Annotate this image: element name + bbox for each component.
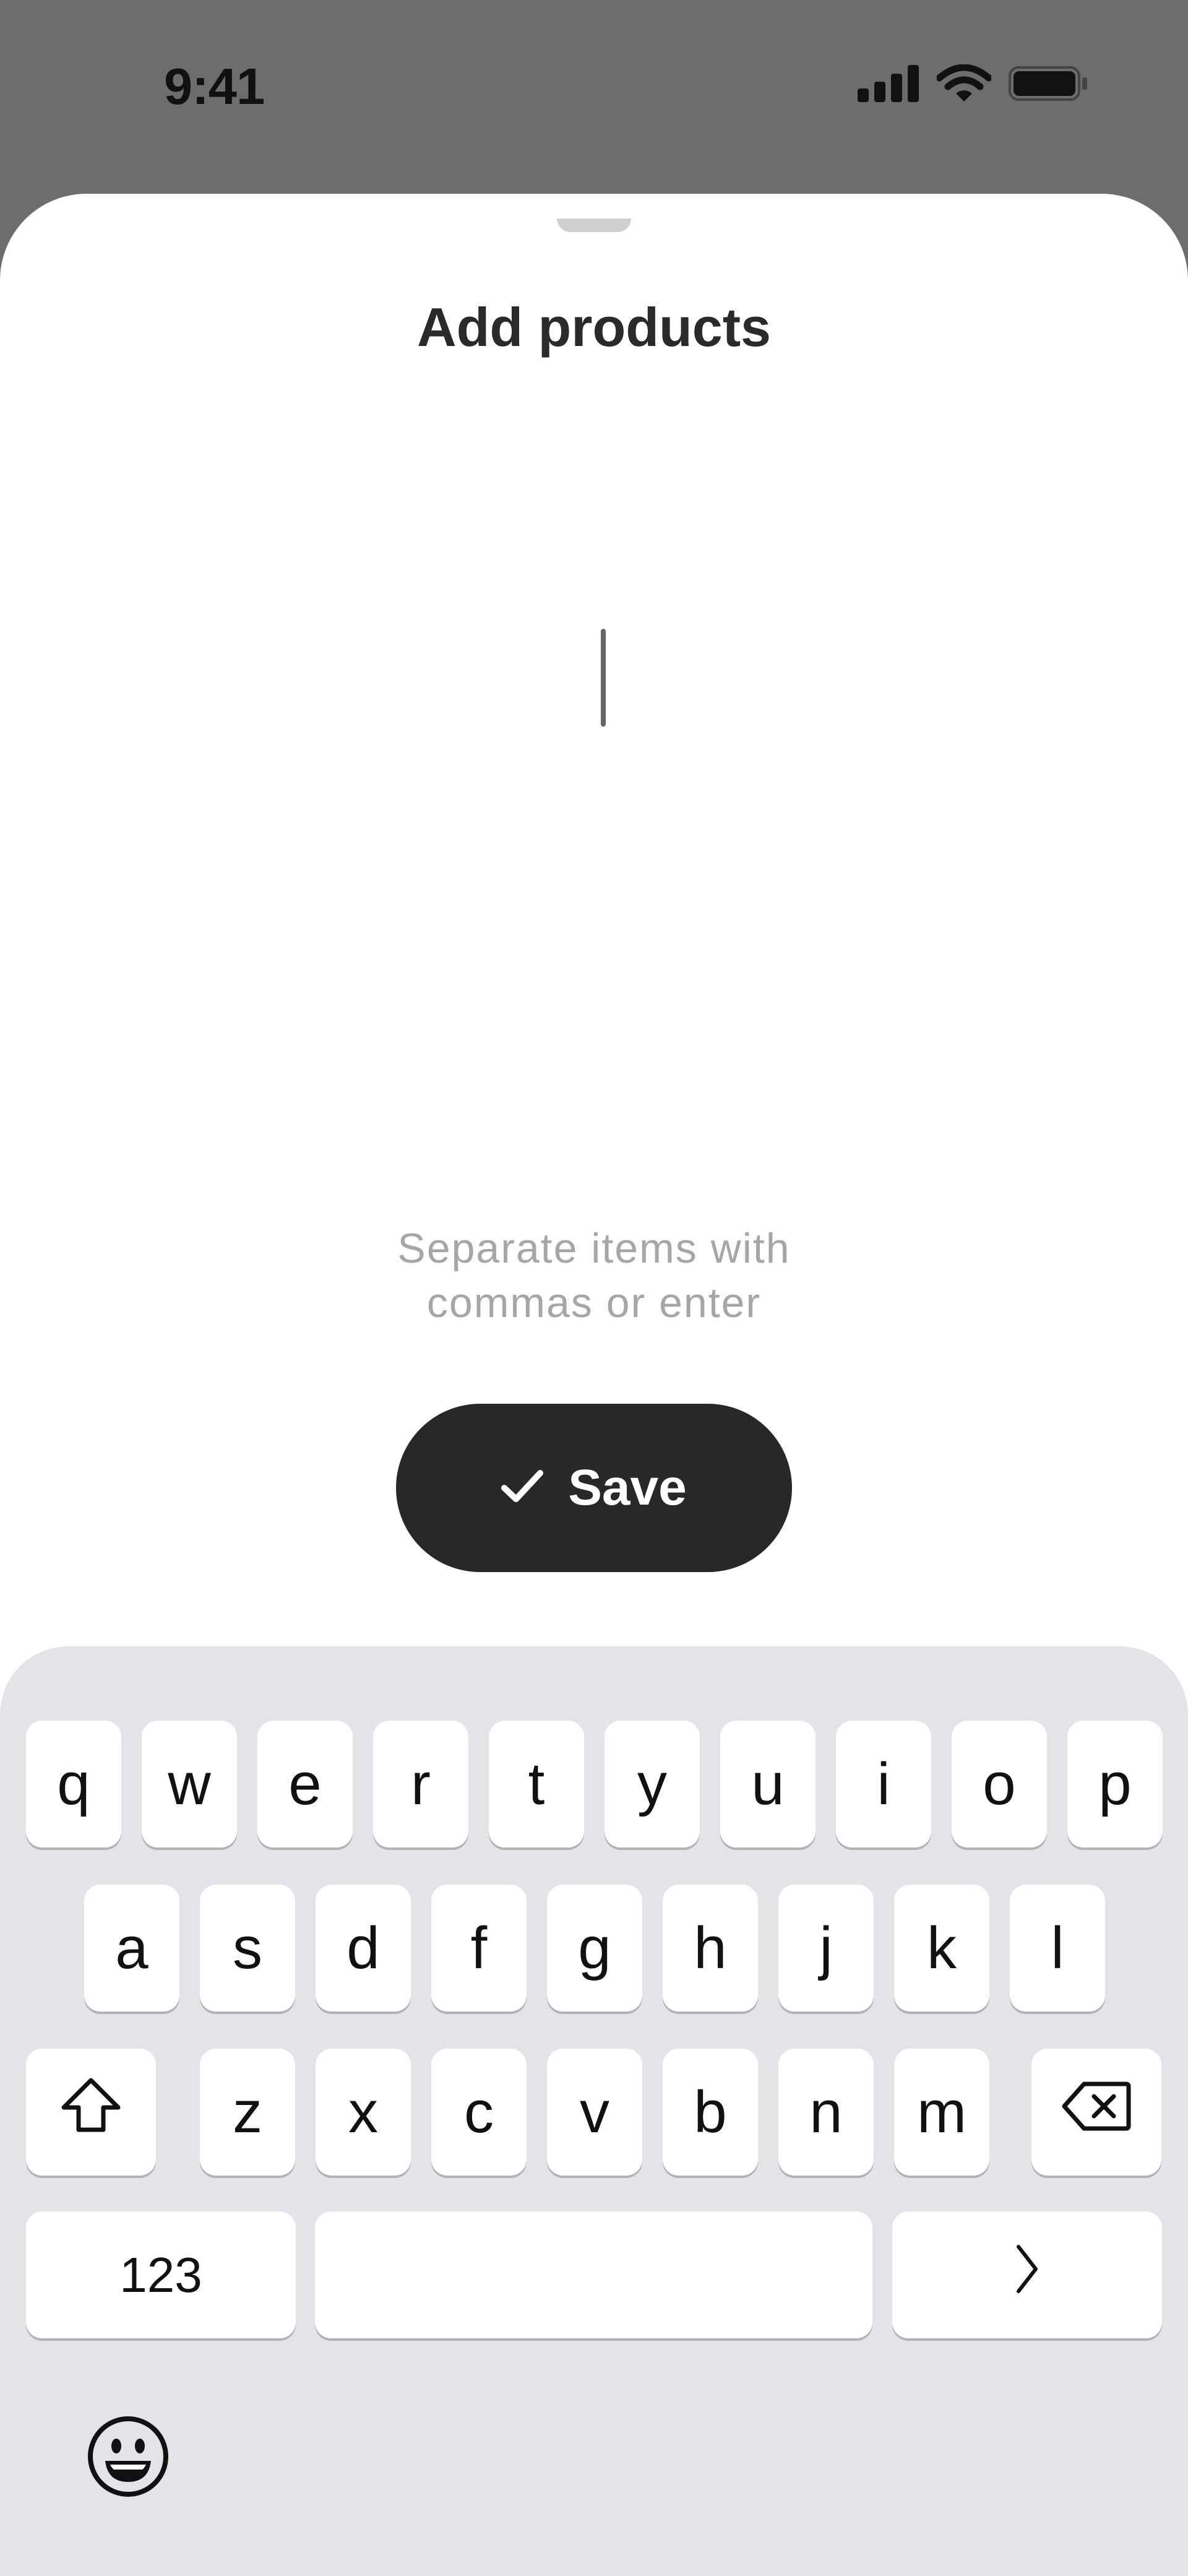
key-d[interactable]: d (316, 1885, 411, 2012)
checkmark-icon (501, 1469, 544, 1507)
key-f[interactable]: f (431, 1885, 527, 2012)
emoji-icon (87, 2416, 170, 2500)
key-v[interactable]: v (547, 2049, 642, 2176)
key-o[interactable]: o (952, 1721, 1047, 1848)
key-n[interactable]: n (778, 2049, 874, 2176)
space-key[interactable] (315, 2211, 872, 2338)
key-z[interactable]: z (200, 2049, 295, 2176)
key-b[interactable]: b (663, 2049, 758, 2176)
key-p[interactable]: p (1067, 1721, 1163, 1848)
status-time: 9:41 (164, 58, 265, 115)
key-q[interactable]: q (26, 1721, 121, 1848)
delete-key[interactable] (1031, 2049, 1161, 2176)
key-g[interactable]: g (547, 1885, 642, 2012)
hint-line-2: commas or enter (426, 1279, 762, 1326)
key-y[interactable]: y (605, 1721, 700, 1848)
key-s[interactable]: s (200, 1885, 295, 2012)
delete-icon (1062, 2078, 1131, 2146)
key-r[interactable]: r (373, 1721, 468, 1848)
key-m[interactable]: m (894, 2049, 989, 2176)
key-t[interactable]: t (489, 1721, 584, 1848)
text-input-caret[interactable] (601, 629, 606, 727)
next-icon (1014, 2241, 1041, 2309)
key-j[interactable]: j (778, 1885, 874, 2012)
key-k[interactable]: k (894, 1885, 989, 2012)
save-button[interactable]: Save (396, 1404, 792, 1572)
key-a[interactable]: a (84, 1885, 179, 2012)
keyboard: q w e r t y u i o p a s d f g h j k l z … (0, 1646, 1188, 2576)
sheet-title: Add products (417, 296, 771, 358)
status-icons (858, 64, 1089, 106)
cellular-signal-icon (858, 65, 919, 105)
battery-icon (1009, 66, 1089, 104)
key-i[interactable]: i (836, 1721, 931, 1848)
key-x[interactable]: x (316, 2049, 411, 2176)
wifi-icon (936, 64, 992, 106)
numbers-key[interactable]: 123 (26, 2211, 296, 2338)
hint-line-1: Separate items with (397, 1225, 791, 1272)
key-l[interactable]: l (1010, 1885, 1105, 2012)
emoji-button[interactable] (87, 2415, 170, 2498)
shift-key[interactable] (26, 2049, 156, 2176)
next-key[interactable] (892, 2211, 1162, 2338)
key-w[interactable]: w (142, 1721, 237, 1848)
key-u[interactable]: u (720, 1721, 816, 1848)
status-bar: 9:41 (0, 0, 1188, 186)
key-e[interactable]: e (257, 1721, 353, 1848)
key-c[interactable]: c (431, 2049, 527, 2176)
sheet-grabber[interactable] (557, 218, 631, 232)
input-hint: Separate items with commas or enter (0, 1221, 1188, 1330)
key-h[interactable]: h (663, 1885, 758, 2012)
save-button-label: Save (568, 1459, 687, 1516)
shift-icon (59, 2075, 123, 2149)
